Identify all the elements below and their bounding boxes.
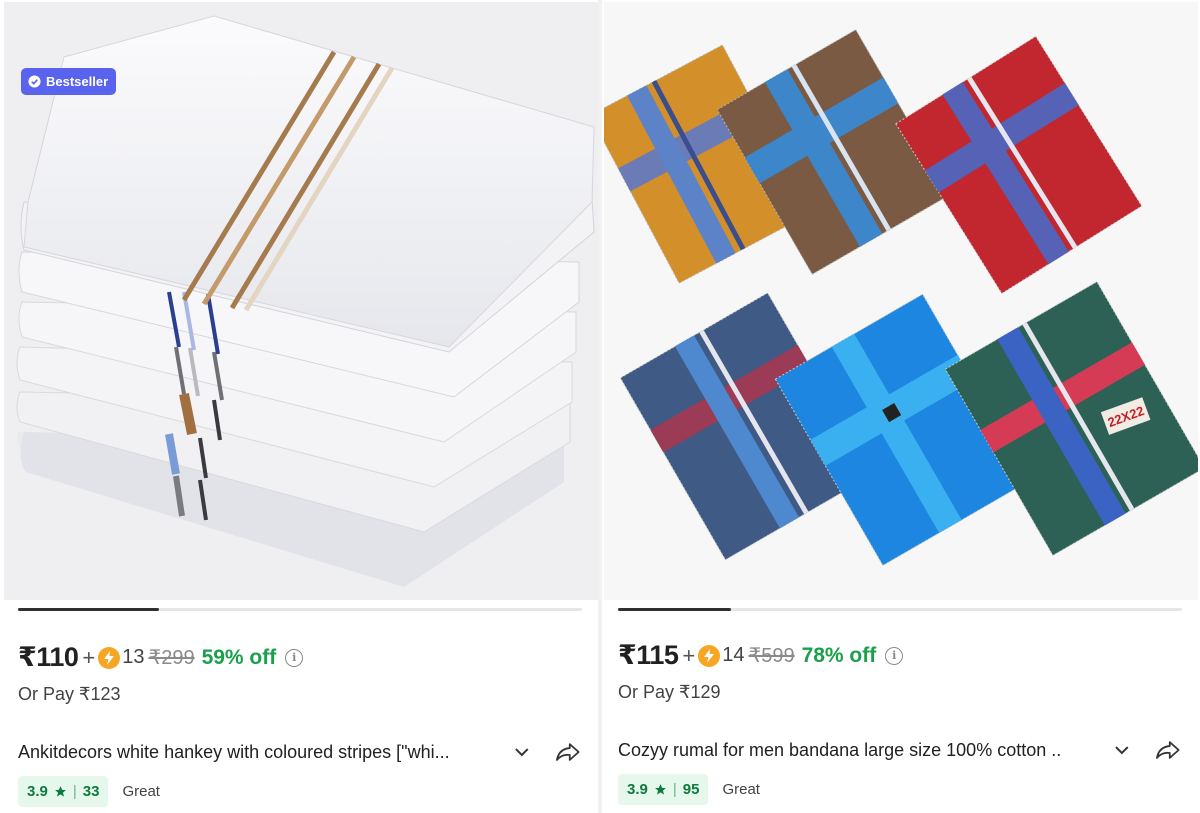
coins-value: 13: [122, 646, 145, 668]
mrp: ₹599: [748, 645, 795, 667]
image-carousel-progress: [18, 608, 582, 611]
price: ₹110: [18, 642, 79, 672]
plus-sign: +: [682, 642, 696, 668]
badge-label: Bestseller: [46, 74, 109, 89]
chevron-down-icon[interactable]: [511, 741, 533, 763]
rating-row: 3.9 | 95 Great: [618, 774, 760, 805]
mrp: ₹299: [148, 647, 195, 669]
share-arrow-icon[interactable]: [554, 740, 582, 764]
price-row: ₹110 + 13 ₹299 59% off i: [18, 642, 304, 673]
coins-value: 14: [722, 644, 745, 666]
rating-value: 3.9: [27, 783, 48, 800]
bestseller-badge: Bestseller: [21, 68, 117, 95]
lightning-coin-icon: [98, 646, 121, 669]
info-icon[interactable]: i: [285, 648, 304, 667]
star-icon: [54, 786, 66, 797]
star-icon: [654, 784, 666, 795]
title-row: Ankitdecors white hankey with coloured s…: [18, 740, 582, 764]
or-pay: Or Pay ₹129: [618, 682, 721, 702]
product-card-1[interactable]: Bestseller ₹110 + 13 ₹299 59% off i Or P…: [0, 0, 600, 813]
rating-value: 3.9: [627, 781, 648, 798]
share-arrow-icon[interactable]: [1154, 738, 1182, 762]
chevron-down-icon[interactable]: [1111, 739, 1133, 761]
info-icon[interactable]: i: [885, 646, 904, 665]
product-card-2[interactable]: 22X22 ₹115 + 14 ₹599 78% off i Or Pay ₹1…: [600, 0, 1200, 813]
product-image[interactable]: Bestseller: [4, 2, 598, 600]
product-image[interactable]: 22X22: [604, 2, 1198, 600]
discount: 78% off: [801, 643, 877, 667]
lightning-coin-icon: [698, 644, 721, 667]
or-pay: Or Pay ₹123: [18, 684, 121, 704]
rating-pill[interactable]: 3.9 | 95: [618, 774, 709, 805]
verified-check-icon: [28, 75, 41, 88]
rating-count: 33: [82, 783, 100, 800]
price-row: ₹115 + 14 ₹599 78% off i: [618, 640, 904, 671]
image-carousel-progress: [618, 608, 1182, 611]
rating-pill[interactable]: 3.9 | 33: [18, 776, 109, 807]
price: ₹115: [618, 640, 679, 670]
rating-label: Great: [122, 783, 160, 800]
product-title[interactable]: Cozyy rumal for men bandana large size 1…: [618, 740, 1107, 761]
rating-row: 3.9 | 33 Great: [18, 776, 160, 807]
product-title[interactable]: Ankitdecors white hankey with coloured s…: [18, 742, 507, 763]
title-row: Cozyy rumal for men bandana large size 1…: [618, 738, 1182, 762]
rating-label: Great: [722, 781, 760, 798]
rating-count: 95: [682, 781, 700, 798]
plus-sign: +: [82, 644, 96, 670]
discount: 59% off: [201, 645, 277, 669]
